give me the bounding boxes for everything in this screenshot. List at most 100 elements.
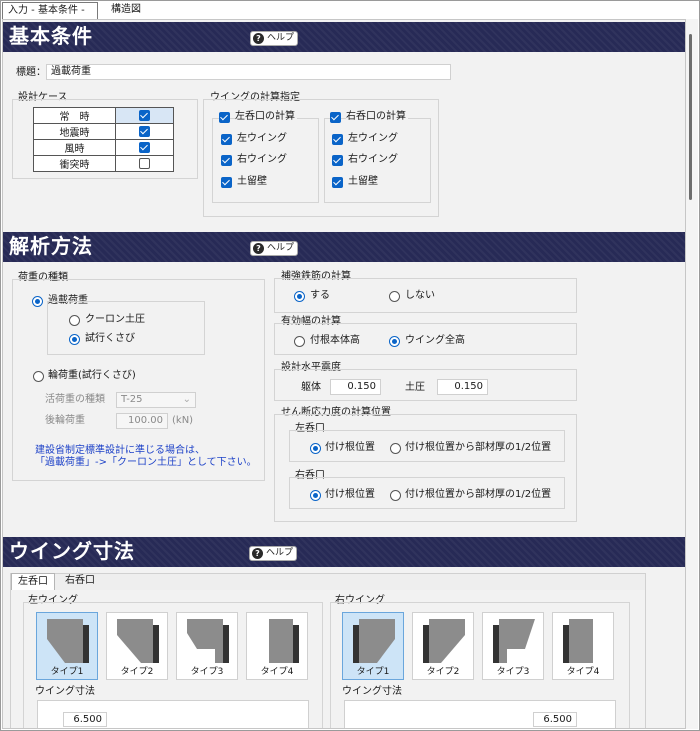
left-inlet-left-wing-checkbox[interactable] [221,134,232,145]
checkbox-label: 土留壁 [237,176,267,187]
case-checkbox-earthquake[interactable] [139,126,150,137]
help-button-basic[interactable]: ? ヘルプ [250,31,298,46]
help-icon: ? [253,243,264,254]
right-wing-type2-tile[interactable]: タイプ2 [412,612,474,680]
left-wing-type4-tile[interactable]: タイプ4 [246,612,308,680]
table-row: 地震時 [33,123,174,140]
eff-width-full-label: ウイング全高 [405,335,465,346]
help-button-wing-dim[interactable]: ? ヘルプ [249,546,297,561]
left-inlet-retaining-wall-checkbox[interactable] [221,177,232,188]
help-label: ヘルプ [267,243,295,253]
shear-right-half-radio[interactable] [390,490,401,501]
chevron-down-icon: ⌄ [182,394,191,405]
left-inlet-right-wing-checkbox[interactable] [221,155,232,166]
rebar-yes-label: する [310,290,330,301]
right-inlet-right-wing-checkbox[interactable] [332,155,343,166]
section-title-wing-dim: ウイング寸法 [9,539,135,563]
left-inlet-calc-checkbox[interactable] [219,112,230,123]
eff-width-full-radio[interactable] [389,336,400,347]
case-checkbox-wind[interactable] [139,142,150,153]
shear-right-half-label: 付け根位置から部材厚の1/2位置 [405,489,552,500]
checkbox-label: 土留壁 [348,176,378,187]
right-inlet-left-wing-checkbox[interactable] [332,134,343,145]
coulomb-label: クーロン土圧 [85,314,145,325]
help-icon: ? [253,33,264,44]
design-case-table: 常 時 地震時 風時 衝突時 [33,107,174,172]
right-wing-dim-input[interactable]: 6.500 [533,712,577,727]
rear-wheel-unit: (kN) [172,415,194,426]
rebar-no-radio[interactable] [389,291,400,302]
table-row: 常 時 [33,107,174,124]
wing-type4-icon [563,619,593,663]
case-name: 衝突時 [33,155,116,172]
right-inlet-retaining-wall-checkbox[interactable] [332,177,343,188]
right-inlet-calc-checkbox[interactable] [330,112,341,123]
tile-caption: タイプ2 [426,667,460,677]
rear-wheel-label: 後輪荷重 [45,415,85,426]
shear-left-root-radio[interactable] [310,443,321,454]
shear-left-half-label: 付け根位置から部材厚の1/2位置 [405,442,552,453]
wing-type3-icon [187,619,229,663]
left-wing-type1-tile[interactable]: タイプ1 [36,612,98,680]
tab-structure-diagram[interactable]: 構造図 [106,2,152,19]
left-wing-type3-tile[interactable]: タイプ3 [176,612,238,680]
seismic-body-label: 躯体 [301,382,321,393]
rebar-yes-radio[interactable] [294,291,305,302]
checkbox-label: 右ウイング [348,154,398,165]
case-name: 地震時 [33,123,116,140]
section-title-analysis: 解析方法 [9,234,93,258]
tile-caption: タイプ4 [566,667,600,677]
right-wing-type3-tile[interactable]: タイプ3 [482,612,544,680]
tile-caption: タイプ1 [50,667,84,677]
left-wing-type2-tile[interactable]: タイプ2 [106,612,168,680]
right-wing-dim-label: ウイング寸法 [342,686,402,697]
shear-left-root-label: 付け根位置 [325,442,375,453]
table-row: 風時 [33,139,174,156]
trial-wedge-radio[interactable] [69,334,80,345]
overload-subgroup [47,301,205,355]
section-header-basic: 基本条件 ? ヘルプ [3,22,685,52]
tile-caption: タイプ3 [496,667,530,677]
scrollbar-thumb[interactable] [689,34,692,200]
live-load-select[interactable]: T-25 ⌄ [116,392,196,408]
tab-right-inlet[interactable]: 右呑口 [58,573,102,590]
note-line-1: 建設省制定標準設計に準じる場合は、 [35,445,205,456]
tab-basic-conditions[interactable]: 入力 - 基本条件 - [2,2,98,19]
eff-width-root-radio[interactable] [294,336,305,347]
rear-wheel-input[interactable]: 100.00 [116,413,168,429]
scrollbar-track[interactable] [686,19,698,729]
checkbox-label: 左ウイング [348,133,398,144]
title-input[interactable]: 過載荷重 [46,64,451,80]
main-panel: 基本条件 ? ヘルプ 標題： 過載荷重 設計ケース 常 時 地震時 風時 衝突時 … [2,19,686,729]
case-name: 常 時 [33,107,116,124]
case-checkbox-collision[interactable] [139,158,150,169]
right-wing-type1-tile[interactable]: タイプ1 [342,612,404,680]
tile-caption: タイプ3 [190,667,224,677]
wheel-load-label: 輪荷重(試行くさび) [48,370,136,381]
section-header-wing-dim: ウイング寸法 ? ヘルプ [3,537,685,567]
coulomb-radio[interactable] [69,315,80,326]
checkbox-label: 右ウイング [237,154,287,165]
shear-right-root-radio[interactable] [310,490,321,501]
case-checkbox-normal[interactable] [139,110,150,121]
seismic-soil-label: 土圧 [405,382,425,393]
seismic-body-input[interactable]: 0.150 [330,379,381,395]
right-inlet-calc-label: 右呑口の計算 [346,111,408,123]
left-wing-dim-label: ウイング寸法 [35,686,95,697]
shear-left-half-radio[interactable] [390,443,401,454]
wing-type1-icon [353,619,395,663]
eff-width-root-label: 付根本体高 [310,335,360,346]
case-name: 風時 [33,139,116,156]
table-row: 衝突時 [33,155,174,172]
wheel-load-radio[interactable] [33,371,44,382]
section-header-analysis: 解析方法 ? ヘルプ [3,232,685,262]
seismic-soil-input[interactable]: 0.150 [437,379,488,395]
tab-left-inlet[interactable]: 左呑口 [11,573,55,590]
help-button-analysis[interactable]: ? ヘルプ [250,241,298,256]
live-load-label: 活荷重の種類 [45,394,105,405]
left-inlet-calc-label: 左呑口の計算 [235,111,297,123]
overload-radio[interactable] [32,296,43,307]
right-wing-type4-tile[interactable]: タイプ4 [552,612,614,680]
left-wing-dim-input[interactable]: 6.500 [63,712,107,727]
tile-caption: タイプ2 [120,667,154,677]
